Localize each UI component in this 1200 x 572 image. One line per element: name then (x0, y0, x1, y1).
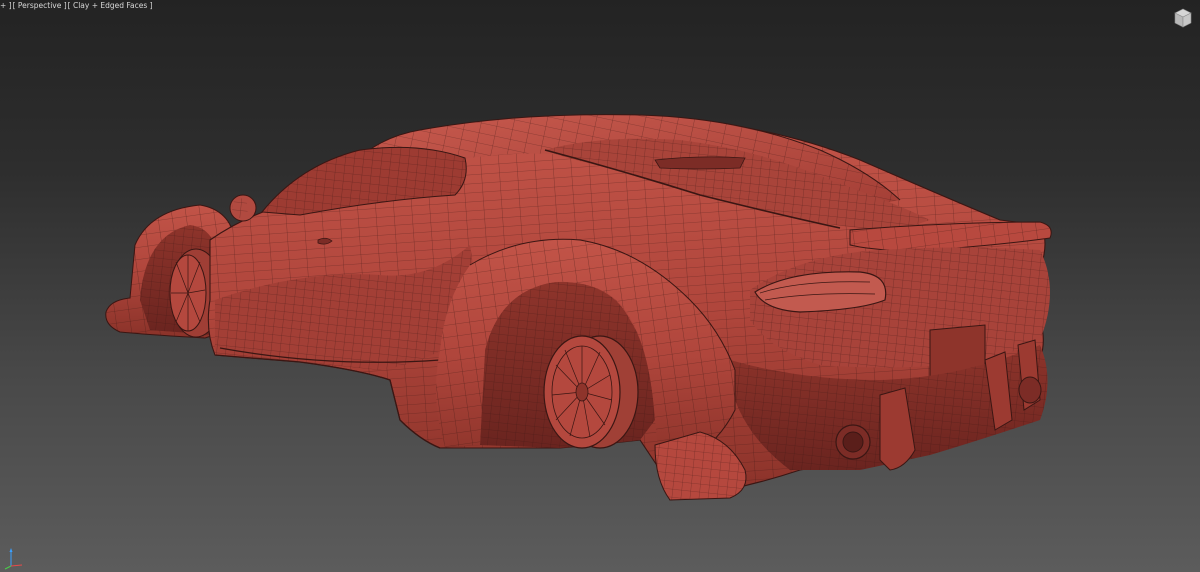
viewcube-icon[interactable] (1172, 7, 1194, 29)
car-model-render[interactable] (0, 0, 1200, 572)
rear-wheel (543, 335, 639, 449)
axis-tripod-icon (4, 548, 23, 570)
side-mirror (229, 194, 257, 222)
3d-viewport[interactable]: + ] [ Perspective ] [ Clay + Edged Faces… (0, 0, 1200, 572)
